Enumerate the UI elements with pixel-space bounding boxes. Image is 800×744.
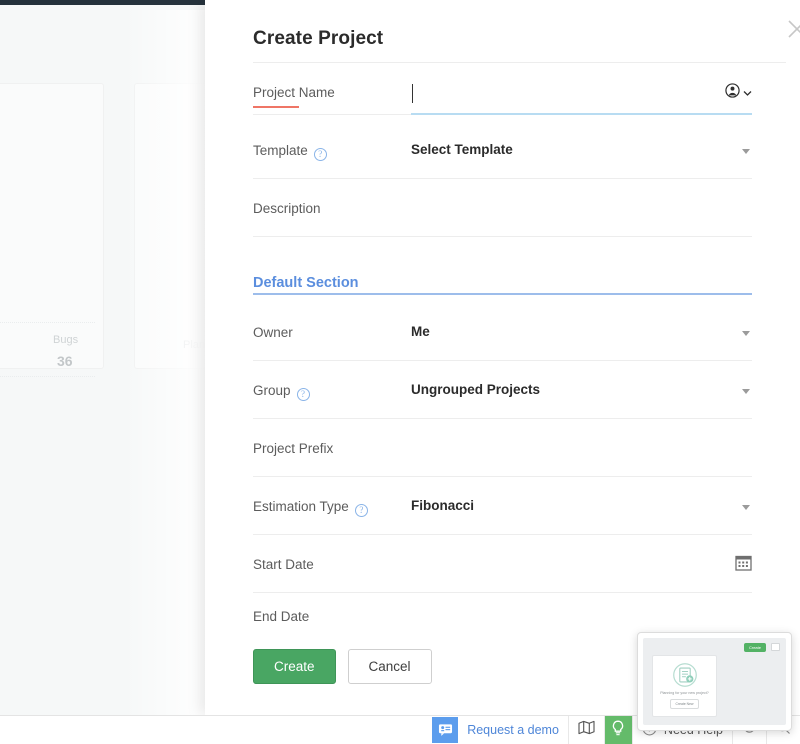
map-icon xyxy=(578,720,595,740)
lightbulb-button[interactable] xyxy=(603,716,632,744)
field-row-end-date: End Date xyxy=(253,593,752,637)
help-icon[interactable]: ? xyxy=(313,148,327,161)
field-row-owner: Owner Me xyxy=(253,303,752,361)
field-row-description: Description xyxy=(253,179,752,237)
chevron-down-icon xyxy=(743,84,752,102)
user-icon xyxy=(725,83,740,103)
preview-toolbar-square xyxy=(771,643,780,651)
estimation-type-label-text: Estimation Type xyxy=(253,499,349,514)
help-icon[interactable]: ? xyxy=(354,504,368,517)
help-icon[interactable]: ? xyxy=(296,388,310,401)
caret-down-icon[interactable] xyxy=(742,331,750,336)
field-row-group: Group? Ungrouped Projects xyxy=(253,361,752,419)
map-item[interactable] xyxy=(567,716,604,744)
calendar-icon[interactable] xyxy=(735,554,752,576)
estimation-type-label: Estimation Type? xyxy=(253,499,368,517)
caret-down-icon[interactable] xyxy=(742,505,750,510)
template-label: Template? xyxy=(253,143,327,161)
chat-demo-icon xyxy=(432,717,459,743)
preview-create-button: Create xyxy=(743,643,766,652)
request-demo-link[interactable]: Request a demo xyxy=(467,723,559,737)
field-row-project-name: Project Name xyxy=(253,63,752,121)
group-label-text: Group xyxy=(253,383,291,398)
description-label: Description xyxy=(253,201,321,216)
create-project-form: Project Name Template ? Select Template … xyxy=(253,63,752,684)
preview-empty-card: Planning for your new project? Create Ne… xyxy=(652,655,717,717)
project-name-label: Project Name xyxy=(253,85,335,108)
document-gear-icon xyxy=(672,662,698,688)
template-label-text: Template xyxy=(253,143,308,158)
default-section-title: Default Section xyxy=(253,275,359,291)
card-divider-top xyxy=(0,322,95,323)
dialog-header: Create Project xyxy=(253,0,800,63)
card-divider-bottom xyxy=(0,376,95,377)
text-cursor xyxy=(412,84,413,103)
owner-value[interactable]: Me xyxy=(411,324,430,339)
default-section-header: Default Section xyxy=(253,237,752,303)
template-value[interactable]: Select Template xyxy=(411,142,513,157)
cancel-button[interactable]: Cancel xyxy=(347,649,432,684)
field-row-project-prefix: Project Prefix xyxy=(253,419,752,477)
project-name-label-rule xyxy=(253,114,411,115)
preview-card-button: Create New xyxy=(669,699,700,709)
project-name-underline xyxy=(411,113,752,115)
group-label: Group? xyxy=(253,383,310,401)
project-name-owner-picker[interactable] xyxy=(725,83,752,103)
project-card[interactable]: ct cts ks 4 Bugs 36 xyxy=(0,83,104,377)
caret-down-icon[interactable] xyxy=(742,389,750,394)
preview-card-text: Planning for your new project? xyxy=(660,691,709,695)
lightbulb-icon xyxy=(611,720,625,741)
group-value[interactable]: Ungrouped Projects xyxy=(411,382,540,397)
project-card-stat-value-1: 36 xyxy=(57,353,73,369)
default-section-rule xyxy=(253,293,752,295)
project-prefix-label: Project Prefix xyxy=(253,441,334,456)
estimation-type-value[interactable]: Fibonacci xyxy=(411,498,474,513)
field-row-estimation-type: Estimation Type? Fibonacci xyxy=(253,477,752,535)
project-card-secondary-label: Plan xyxy=(183,339,206,351)
start-date-label: Start Date xyxy=(253,557,314,572)
project-card-stat-label-1: Bugs xyxy=(53,334,79,346)
owner-label: Owner xyxy=(253,325,293,340)
request-demo-item[interactable]: Request a demo xyxy=(432,716,568,744)
app-root: ct cts ks 4 Bugs 36 Plan Create Project xyxy=(0,0,800,744)
preview-popup-inner: Create Planning for your new project? Cr… xyxy=(643,638,786,725)
create-project-dialog: Create Project Project Name Template ? S… xyxy=(205,0,800,715)
create-button[interactable]: Create xyxy=(253,649,336,684)
field-row-start-date: Start Date xyxy=(253,535,752,593)
field-row-template: Template? Select Template xyxy=(253,121,752,179)
dialog-title: Create Project xyxy=(253,28,384,49)
close-icon[interactable] xyxy=(780,12,800,46)
preview-popup[interactable]: Create Planning for your new project? Cr… xyxy=(637,632,792,731)
project-name-input[interactable] xyxy=(411,81,752,107)
caret-down-icon[interactable] xyxy=(742,149,750,154)
end-date-label: End Date xyxy=(253,609,310,624)
